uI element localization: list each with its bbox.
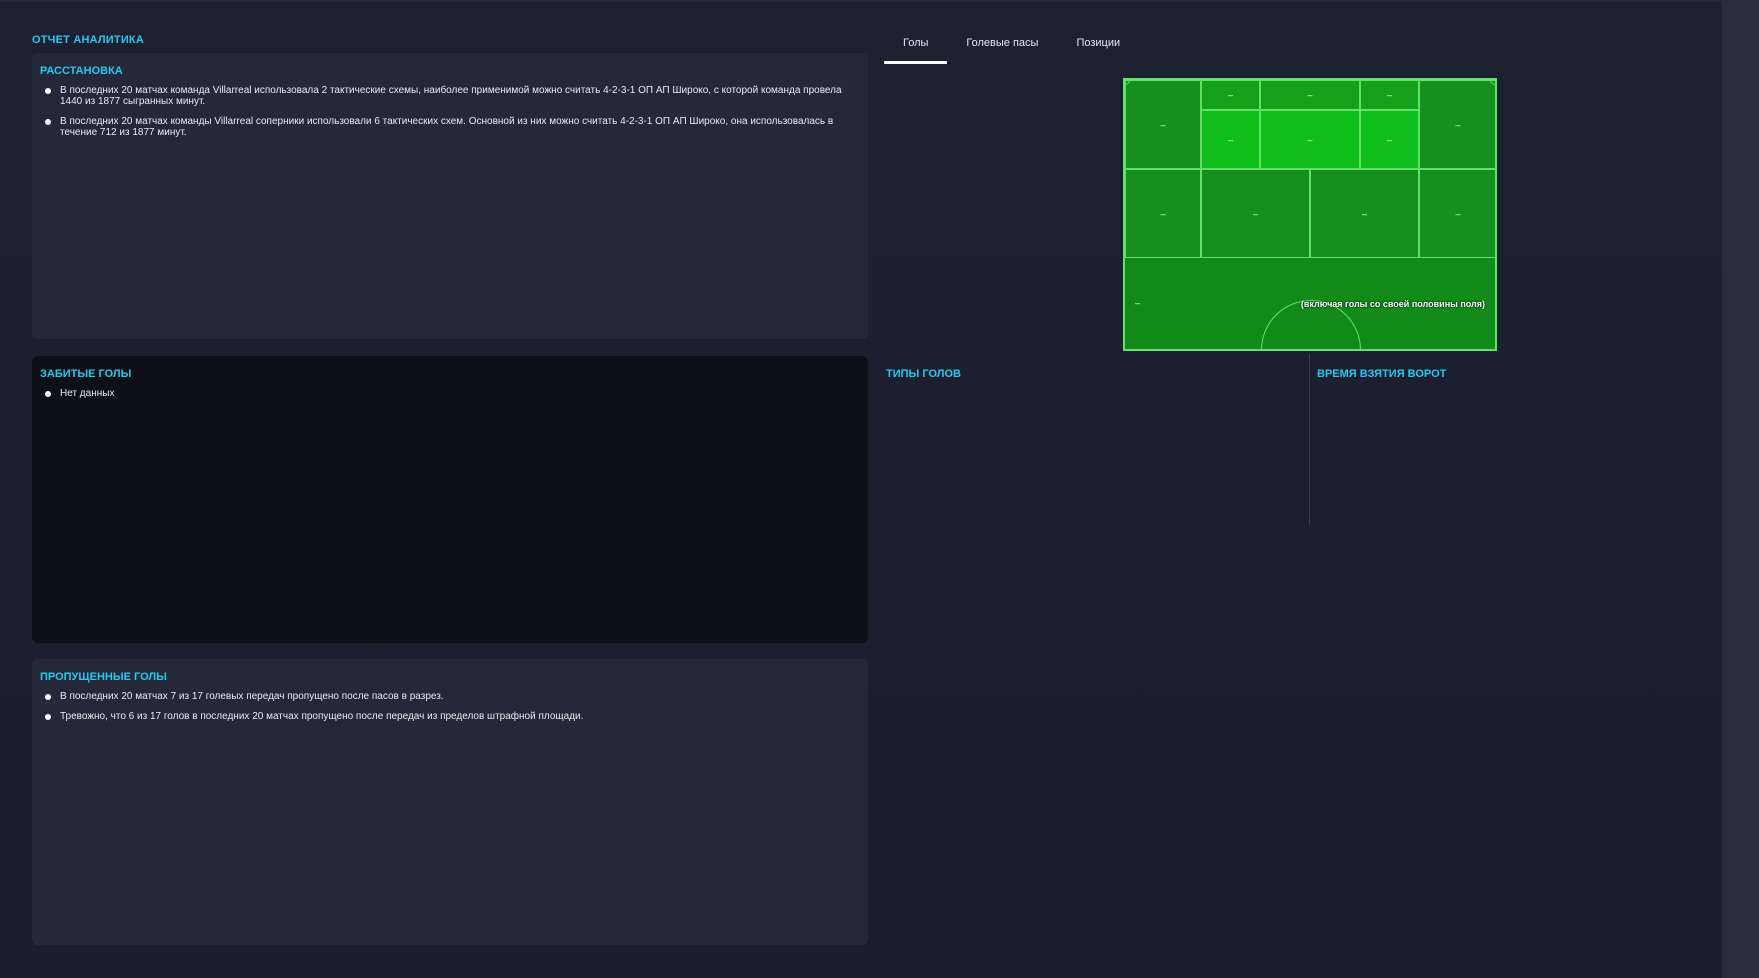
zone-own-half-value: – — [1135, 298, 1141, 308]
bullet-icon — [45, 391, 51, 397]
zone-six-right[interactable]: – — [1360, 80, 1419, 110]
zone-wide-left[interactable]: – — [1125, 80, 1201, 169]
tab-goals[interactable]: Голы — [884, 30, 948, 64]
zone-box-right[interactable]: – — [1360, 110, 1419, 169]
list-item-text: Тревожно, что 6 из 17 голов в последних … — [60, 711, 584, 722]
zone-mid-left-wing[interactable]: – — [1125, 169, 1201, 258]
list-item-text: В последних 20 матчах команда Villarreal… — [60, 85, 842, 107]
list-item: В последних 20 матчах 7 из 17 голевых пе… — [40, 691, 860, 702]
conceded-goals-list: В последних 20 матчах 7 из 17 голевых пе… — [40, 691, 860, 722]
formation-list: В последних 20 матчах команда Villarreal… — [40, 85, 860, 138]
top-border — [0, 0, 1722, 2]
scored-goals-title: ЗАБИТЫЕ ГОЛЫ — [40, 368, 132, 380]
list-item: В последних 20 матчах команда Villarreal… — [40, 85, 860, 107]
zone-mid-right[interactable]: – — [1310, 169, 1419, 258]
conceded-goals-title: ПРОПУЩЕННЫЕ ГОЛЫ — [40, 671, 167, 683]
zone-box-left[interactable]: – — [1201, 110, 1260, 169]
list-item: Тревожно, что 6 из 17 голов в последних … — [40, 711, 860, 722]
tab-assists[interactable]: Голевые пасы — [947, 30, 1057, 64]
zone-mid-right-wing[interactable]: – — [1419, 169, 1495, 258]
analyst-report-screen: ОТЧЕТ АНАЛИТИКА РАССТАНОВКА В последних … — [0, 0, 1759, 978]
goal-times-title: ВРЕМЯ ВЗЯТИЯ ВОРОТ — [1317, 368, 1447, 380]
corner-arc-right — [1490, 80, 1495, 85]
formation-title: РАССТАНОВКА — [40, 65, 123, 77]
list-item-text: В последних 20 матчах команды Villarreal… — [60, 116, 834, 138]
list-item: В последних 20 матчах команды Villarreal… — [40, 116, 860, 138]
page-title: ОТЧЕТ АНАЛИТИКА — [32, 34, 144, 46]
list-item-text: Нет данных — [60, 388, 115, 399]
zone-wide-right[interactable]: – — [1419, 80, 1495, 169]
right-scroll-strip[interactable] — [1722, 0, 1759, 978]
list-item-text: В последних 20 матчах 7 из 17 голевых пе… — [60, 691, 444, 702]
zone-mid-left[interactable]: – — [1201, 169, 1310, 258]
zone-six-left[interactable]: – — [1201, 80, 1260, 110]
own-half-note: (включая голы со своей половины поля) — [1300, 299, 1485, 309]
scored-goals-list: Нет данных — [40, 388, 860, 399]
bullet-icon — [45, 88, 51, 94]
goal-types-title: ТИПЫ ГОЛОВ — [886, 368, 961, 380]
zone-six-center[interactable]: – — [1260, 80, 1360, 110]
scored-goals-panel: ЗАБИТЫЕ ГОЛЫ Нет данных — [32, 356, 868, 643]
bullet-icon — [45, 119, 51, 125]
goal-zones-pitch: – – – – – – – – – – – – – (включая голы … — [1123, 78, 1497, 351]
list-item: Нет данных — [40, 388, 860, 399]
zone-box-center[interactable]: – — [1260, 110, 1360, 169]
bullet-icon — [45, 714, 51, 720]
view-tabs: Голы Голевые пасы Позиции — [884, 30, 1139, 64]
conceded-goals-panel: ПРОПУЩЕННЫЕ ГОЛЫ В последних 20 матчах 7… — [32, 659, 868, 945]
bullet-icon — [45, 694, 51, 700]
formation-panel: РАССТАНОВКА В последних 20 матчах команд… — [32, 53, 868, 339]
tab-positions[interactable]: Позиции — [1057, 30, 1139, 64]
section-divider — [1309, 354, 1310, 525]
